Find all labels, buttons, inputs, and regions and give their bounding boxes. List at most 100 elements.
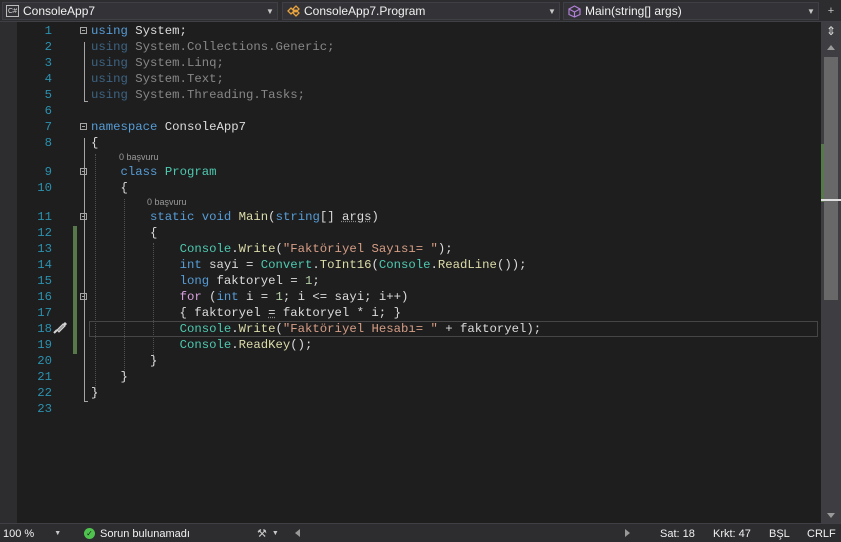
code-token: ); bbox=[437, 242, 453, 256]
code-line[interactable]: 1 using System; bbox=[0, 23, 821, 39]
project-dropdown-label: ConsoleApp7 bbox=[23, 4, 96, 18]
code-token: Main bbox=[238, 210, 269, 224]
code-line[interactable]: 15 long faktoryel = 1; bbox=[0, 273, 821, 289]
code-token: { bbox=[91, 181, 128, 195]
code-token: Program bbox=[164, 165, 217, 179]
type-dropdown[interactable]: ConsoleApp7.Program ▼ bbox=[282, 2, 560, 20]
code-token: System; bbox=[127, 24, 187, 38]
code-line[interactable]: 21 } bbox=[0, 369, 821, 385]
line-number: 1 bbox=[44, 24, 52, 38]
line-number: 14 bbox=[37, 258, 52, 272]
code-token: ( bbox=[201, 290, 217, 304]
chevron-down-icon: ▼ bbox=[548, 6, 556, 16]
code-token: int bbox=[216, 290, 239, 304]
code-token: { bbox=[91, 136, 99, 150]
project-dropdown[interactable]: C# ConsoleApp7 ▼ bbox=[2, 2, 278, 20]
check-circle-icon: ✓ bbox=[84, 528, 95, 539]
code-line[interactable]: 14 int sayi = Convert.ToInt16(Console.Re… bbox=[0, 257, 821, 273]
scrollbar-thumb[interactable] bbox=[824, 57, 838, 300]
code-line[interactable]: 23 bbox=[0, 401, 821, 417]
codelens-references[interactable]: 0 başvuru bbox=[147, 197, 187, 207]
code-token: Console bbox=[179, 242, 232, 256]
code-cleanup-dropdown[interactable]: ⚒ ▼ bbox=[257, 526, 279, 541]
code-token: ConsoleApp7 bbox=[157, 120, 246, 134]
code-line[interactable]: 9 class Program bbox=[0, 164, 821, 180]
zoom-dropdown[interactable]: 100 % ▼ bbox=[3, 526, 61, 541]
code-token: . bbox=[231, 242, 239, 256]
vertical-scrollbar[interactable]: ⇕ bbox=[821, 22, 841, 523]
code-token: namespace bbox=[91, 120, 158, 134]
code-token: } bbox=[91, 370, 128, 384]
code-token: ReadLine bbox=[437, 258, 497, 272]
code-text: { bbox=[91, 135, 98, 151]
code-line[interactable]: 5 using System.Threading.Tasks; bbox=[0, 87, 821, 103]
status-bar: 100 % ▼ ✓ Sorun bulunamadı ⚒ ▼ Sat: 18 K… bbox=[0, 523, 841, 542]
code-token: . bbox=[312, 258, 320, 272]
line-number: 20 bbox=[37, 354, 52, 368]
code-line[interactable]: 13 Console.Write("Faktöriyel Sayısı= "); bbox=[0, 241, 821, 257]
horizontal-scrollbar[interactable] bbox=[295, 527, 630, 539]
code-text: static void Main(string[] args) bbox=[91, 209, 379, 225]
issues-text: Sorun bulunamadı bbox=[100, 527, 190, 540]
line-number: 22 bbox=[37, 386, 52, 400]
code-line[interactable]: 18 Console.Write("Faktöriyel Hesabı= " +… bbox=[0, 321, 821, 337]
collapse-icon[interactable] bbox=[80, 213, 87, 220]
code-line[interactable]: 22} bbox=[0, 385, 821, 401]
code-line[interactable]: 19 Console.ReadKey(); bbox=[0, 337, 821, 353]
collapse-icon[interactable] bbox=[80, 168, 87, 175]
line-number: 16 bbox=[37, 290, 52, 304]
code-token: ( bbox=[275, 322, 283, 336]
code-text: using System.Text; bbox=[91, 71, 224, 87]
code-token: ) bbox=[371, 210, 379, 224]
code-line[interactable]: 10 { bbox=[0, 180, 821, 196]
scroll-left-icon[interactable] bbox=[295, 529, 300, 537]
codelens-references[interactable]: 0 başvuru bbox=[119, 152, 159, 162]
code-token: System.Linq; bbox=[127, 56, 224, 70]
collapse-icon[interactable] bbox=[80, 123, 87, 130]
code-token: Console bbox=[179, 338, 232, 352]
line-number: 6 bbox=[44, 104, 52, 118]
line-number: 18 bbox=[37, 322, 52, 336]
insert-mode-indicator[interactable]: BŞL bbox=[769, 526, 790, 541]
column-indicator[interactable]: Krkt: 47 bbox=[713, 526, 751, 541]
code-token: = bbox=[268, 306, 276, 320]
code-token: . bbox=[430, 258, 438, 272]
code-line[interactable]: 2 using System.Collections.Generic; bbox=[0, 39, 821, 55]
code-line[interactable]: 4 using System.Text; bbox=[0, 71, 821, 87]
code-line[interactable]: 20 } bbox=[0, 353, 821, 369]
code-text: Console.Write("Faktöriyel Sayısı= "); bbox=[91, 241, 453, 257]
code-token: void bbox=[201, 210, 232, 224]
code-token: static bbox=[150, 210, 195, 224]
code-text: int sayi = Convert.ToInt16(Console.ReadL… bbox=[91, 257, 527, 273]
code-editor[interactable]: 0 başvuru 0 başvuru 1 using System; 2 using… bbox=[0, 22, 821, 523]
scroll-right-icon[interactable] bbox=[625, 529, 630, 537]
issues-indicator[interactable]: ✓ Sorun bulunamadı bbox=[84, 526, 190, 541]
scroll-up-icon[interactable] bbox=[827, 45, 835, 50]
code-line[interactable]: 17 { faktoryel = faktoryel * i; } bbox=[0, 305, 821, 321]
code-text: class Program bbox=[91, 164, 217, 180]
split-window-icon[interactable]: ⇕ bbox=[824, 24, 838, 40]
member-dropdown[interactable]: Main(string[] args) ▼ bbox=[563, 2, 819, 20]
code-line[interactable]: 8{ bbox=[0, 135, 821, 151]
code-line[interactable]: 6 bbox=[0, 103, 821, 119]
scroll-down-icon[interactable] bbox=[827, 513, 835, 518]
code-line[interactable]: 11 static void Main(string[] args) bbox=[0, 209, 821, 225]
code-token: ReadKey bbox=[238, 338, 291, 352]
add-button[interactable]: + bbox=[821, 2, 841, 20]
collapse-icon[interactable] bbox=[80, 293, 87, 300]
code-token: ; bbox=[312, 274, 320, 288]
line-indicator[interactable]: Sat: 18 bbox=[660, 526, 695, 541]
code-token: ( bbox=[268, 210, 276, 224]
collapse-icon[interactable] bbox=[80, 27, 87, 34]
code-text: { bbox=[91, 180, 128, 196]
code-token: System.Text; bbox=[127, 72, 224, 86]
code-line[interactable]: 16 for (int i = 1; i <= sayi; i++) bbox=[0, 289, 821, 305]
line-ending-indicator[interactable]: CRLF bbox=[807, 526, 836, 541]
code-line[interactable]: 3 using System.Linq; bbox=[0, 55, 821, 71]
code-line[interactable]: 12 { bbox=[0, 225, 821, 241]
line-number: 23 bbox=[37, 402, 52, 416]
code-line[interactable]: 7 namespace ConsoleApp7 bbox=[0, 119, 821, 135]
